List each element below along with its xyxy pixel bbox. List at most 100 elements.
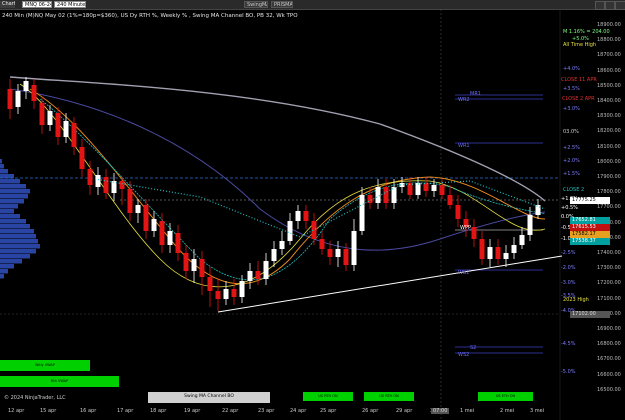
price-tick-label: 18100.00: [597, 143, 621, 150]
price-tick-label: 18500.00: [597, 82, 621, 89]
price-tick-label: 17800.00: [597, 189, 621, 196]
price-chart[interactable]: [0, 9, 625, 420]
price-tick-label: 17100.00: [597, 295, 621, 302]
volume-profile-bar: [0, 219, 26, 224]
volume-profile-bar: [0, 194, 28, 199]
price-tick-label: 18000.00: [597, 158, 621, 165]
candle-body: [183, 253, 189, 271]
trendline: [217, 255, 563, 313]
candle-body: [295, 211, 301, 221]
volume-profile-bar: [0, 249, 36, 254]
volume-profile-bar: [0, 244, 40, 249]
pct-label: -3.5%: [561, 293, 576, 299]
chart-menu-button[interactable]: Chart: [0, 1, 15, 8]
candle-body: [495, 247, 501, 259]
pct-label: -2.5%: [561, 250, 576, 256]
price-tick-label: 17900.00: [597, 174, 621, 180]
candle-body: [191, 259, 197, 271]
chart-canvas[interactable]: [0, 9, 625, 420]
pct-label: -4.5%: [561, 341, 576, 347]
ath-percent-label: M 1.16% = 204.00: [563, 29, 610, 35]
candle-body: [471, 227, 477, 239]
volume-profile-bar: [0, 179, 20, 184]
volume-profile-bar: [0, 199, 24, 204]
price-tick-label: 18300.00: [597, 113, 621, 120]
pct-label: 03.0%: [563, 129, 579, 135]
volume-profile-bar: [0, 204, 18, 209]
price-tick-label: 16500.00: [597, 386, 621, 393]
volume-profile-bar: [0, 274, 4, 279]
candle-body: [207, 277, 213, 291]
us-rth-button-2[interactable]: US RTH ON: [364, 392, 414, 401]
wkly-vwap-button[interactable]: Wkly VWAP: [0, 360, 90, 371]
pct-label: +4.0%: [563, 66, 580, 72]
us-rth-button[interactable]: US RTH ON: [303, 392, 353, 401]
price-tag-cyan-2: 17538.37: [570, 238, 610, 245]
current-price-tag: 17775.25: [570, 197, 610, 204]
price-tick-label: 18400.00: [597, 98, 621, 104]
price-tick-label: 17300.00: [597, 265, 621, 272]
candle-body: [319, 239, 325, 249]
candle-body: [479, 239, 485, 259]
timeframe-selector[interactable]: 240 Minute: [54, 1, 86, 8]
us-eth-button[interactable]: US ETH ON: [478, 392, 533, 401]
candle-body: [519, 235, 525, 245]
volume-profile-bar: [0, 214, 20, 219]
price-tag-red: 17615.53: [570, 224, 610, 231]
candle-body: [31, 85, 37, 101]
candle-body: [455, 205, 461, 219]
time-tick-label: 18 apr: [150, 408, 167, 414]
candle-body: [375, 187, 381, 203]
price-tick-label: 18800.00: [597, 37, 621, 44]
price-tick-label: 18600.00: [597, 67, 621, 74]
candle-body: [55, 113, 61, 137]
candle-body: [215, 291, 221, 299]
mr1-label: MR1: [470, 91, 481, 97]
pct-label: +1.5%: [563, 171, 580, 177]
candle-body: [239, 281, 245, 297]
candle-body: [159, 221, 165, 245]
pct-label: -2.0%: [561, 265, 576, 271]
time-tick-label: 29 apr: [396, 408, 413, 414]
time-tick-label: 1 mei: [460, 408, 475, 414]
time-tick-label: 23 apr: [258, 408, 275, 414]
pct-label: +0.5%: [561, 205, 578, 211]
ath-label: All Time High: [563, 42, 597, 48]
candle-body: [487, 247, 493, 259]
volume-profile-bar: [0, 184, 26, 189]
candle-body: [7, 89, 13, 109]
time-tick-label: 2 mei: [500, 408, 515, 414]
price-tick-label: 16800.00: [597, 341, 621, 348]
price-tag-cyan: 17652.81: [570, 217, 610, 224]
candle-body: [447, 195, 453, 205]
crosshair-price-tag: 17102.00: [570, 311, 610, 318]
candle-body: [303, 211, 309, 221]
candle-body: [431, 185, 437, 191]
pct-label: -3.0%: [561, 280, 576, 286]
price-tick-label: 17700.00: [597, 204, 621, 211]
close-may-label: CLOSE 2: [563, 187, 585, 193]
time-tick-label: 26 apr: [362, 408, 379, 414]
time-tick-label: 16 apr: [80, 408, 97, 414]
volume-profile-bar: [0, 189, 30, 194]
close-2-label: CLOSE 2 APR: [562, 96, 595, 102]
candle-body: [343, 249, 349, 265]
candle-body: [255, 271, 261, 279]
swingma-button[interactable]: SwingMA: [244, 1, 268, 8]
time-tick-label: 3 mei: [530, 408, 545, 414]
swing-ma-channel-button[interactable]: Swing MA Channel BO: [148, 392, 270, 403]
time-tick-label: 17 apr: [117, 408, 134, 414]
rth-vwap-button[interactable]: Rth VWAP: [0, 376, 119, 387]
volume-profile-bar: [0, 169, 8, 174]
instrument-selector[interactable]: MNQ 06-24: [22, 1, 52, 8]
price-tag-orange: 17582.17: [570, 231, 610, 238]
ws1-label: WS1: [458, 270, 470, 276]
prisma-button[interactable]: PRISMA: [271, 1, 293, 8]
price-tick-label: 17200.00: [597, 280, 621, 287]
volume-profile-bar: [0, 269, 8, 274]
candle-body: [15, 91, 21, 107]
price-tick-label: 18900.00: [597, 22, 621, 28]
candle-body: [287, 221, 293, 241]
candle-body: [351, 231, 357, 265]
candle-body: [327, 249, 333, 257]
